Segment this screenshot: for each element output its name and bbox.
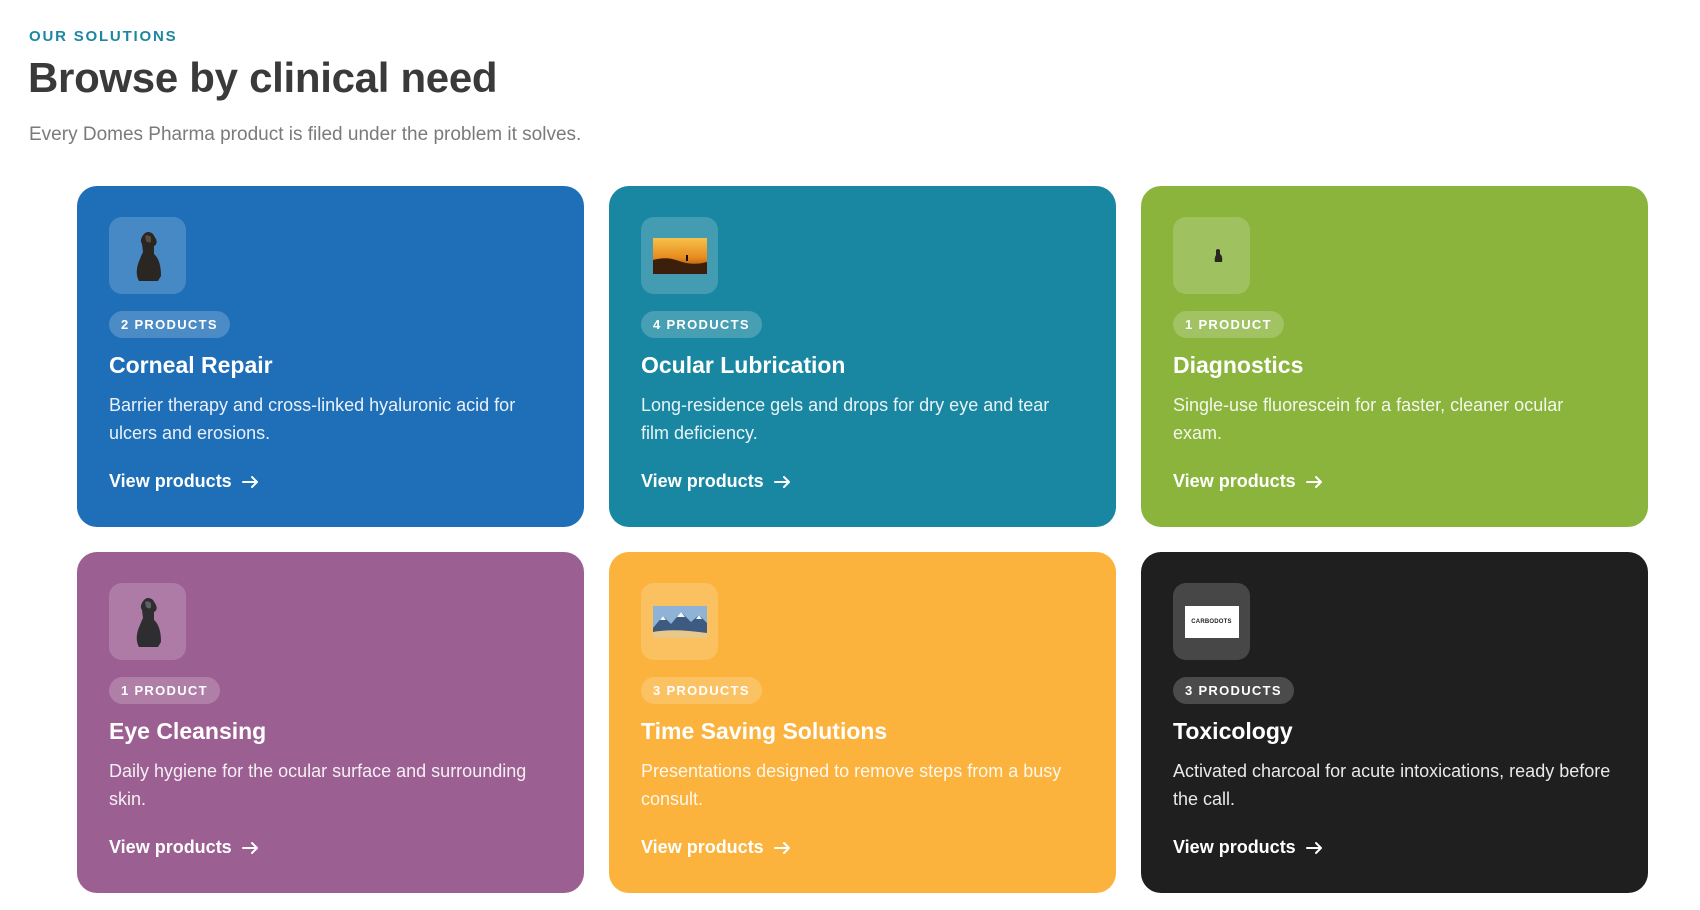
arrow-right-icon bbox=[1305, 841, 1322, 854]
page-title: Browse by clinical need bbox=[28, 54, 498, 101]
card-description: Single-use fluorescein for a faster, cle… bbox=[1173, 395, 1564, 443]
card-description: Barrier therapy and cross-linked hyaluro… bbox=[109, 395, 516, 443]
product-count-badge: 1 PRODUCT bbox=[1173, 311, 1284, 338]
card-description: Activated charcoal for acute intoxicatio… bbox=[1173, 761, 1611, 809]
view-products-link[interactable]: View products bbox=[109, 471, 260, 492]
category-card-ocular-lubrication[interactable]: 4 PRODUCTS Ocular Lubrication Long-resid… bbox=[609, 186, 1116, 527]
view-products-link[interactable]: View products bbox=[109, 837, 260, 858]
mountain-landscape-icon bbox=[652, 605, 707, 638]
category-thumbnail bbox=[109, 217, 186, 294]
card-title: Corneal Repair bbox=[109, 352, 273, 378]
dog-icon bbox=[136, 231, 161, 281]
logo-text: CARBODOTS bbox=[1191, 618, 1232, 625]
card-title: Ocular Lubrication bbox=[641, 352, 846, 378]
category-grid: 2 PRODUCTS Corneal Repair Barrier therap… bbox=[77, 186, 1648, 893]
category-thumbnail: CARBODOTS bbox=[1173, 583, 1250, 660]
arrow-right-icon bbox=[773, 475, 790, 488]
product-count-badge: 2 PRODUCTS bbox=[109, 311, 230, 338]
category-card-toxicology[interactable]: CARBODOTS 3 PRODUCTS Toxicology Activate… bbox=[1141, 552, 1648, 893]
view-products-label: View products bbox=[1173, 837, 1296, 857]
product-count-badge: 1 PRODUCT bbox=[109, 677, 220, 704]
category-thumbnail bbox=[641, 583, 718, 660]
dog-icon bbox=[136, 597, 161, 647]
category-thumbnail bbox=[1173, 217, 1250, 294]
arrow-right-icon bbox=[241, 475, 258, 488]
view-products-label: View products bbox=[1173, 471, 1296, 491]
product-count-badge: 4 PRODUCTS bbox=[641, 311, 762, 338]
card-description: Long-residence gels and drops for dry ey… bbox=[641, 395, 1050, 443]
view-products-link[interactable]: View products bbox=[1173, 837, 1324, 858]
arrow-right-icon bbox=[773, 841, 790, 854]
brand-logo-icon: CARBODOTS bbox=[1184, 605, 1239, 638]
card-description: Presentations designed to remove steps f… bbox=[641, 761, 1062, 809]
arrow-right-icon bbox=[1305, 475, 1322, 488]
card-title: Time Saving Solutions bbox=[641, 718, 888, 744]
page-subtitle: Every Domes Pharma product is filed unde… bbox=[29, 124, 582, 145]
card-title: Diagnostics bbox=[1173, 352, 1304, 378]
category-card-diagnostics[interactable]: 1 PRODUCT Diagnostics Single-use fluores… bbox=[1141, 186, 1648, 527]
view-products-label: View products bbox=[109, 837, 232, 857]
sunset-landscape-icon bbox=[652, 237, 707, 274]
category-thumbnail bbox=[109, 583, 186, 660]
category-card-eye-cleansing[interactable]: 1 PRODUCT Eye Cleansing Daily hygiene fo… bbox=[77, 552, 584, 893]
section-eyebrow: OUR SOLUTIONS bbox=[29, 28, 178, 45]
card-title: Eye Cleansing bbox=[109, 718, 267, 744]
card-description: Daily hygiene for the ocular surface and… bbox=[109, 761, 527, 809]
view-products-link[interactable]: View products bbox=[1173, 471, 1324, 492]
view-products-link[interactable]: View products bbox=[641, 471, 792, 492]
category-card-corneal-repair[interactable]: 2 PRODUCTS Corneal Repair Barrier therap… bbox=[77, 186, 584, 527]
view-products-label: View products bbox=[641, 837, 764, 857]
category-thumbnail bbox=[641, 217, 718, 294]
product-count-badge: 3 PRODUCTS bbox=[1173, 677, 1294, 704]
card-title: Toxicology bbox=[1173, 718, 1293, 744]
view-products-link[interactable]: View products bbox=[641, 837, 792, 858]
product-count-badge: 3 PRODUCTS bbox=[641, 677, 762, 704]
view-products-label: View products bbox=[641, 471, 764, 491]
solutions-section: OUR SOLUTIONS Browse by clinical need Ev… bbox=[0, 0, 1700, 910]
arrow-right-icon bbox=[241, 841, 258, 854]
view-products-label: View products bbox=[109, 471, 232, 491]
small-dog-icon bbox=[1214, 248, 1222, 262]
category-card-time-saving-solutions[interactable]: 3 PRODUCTS Time Saving Solutions Present… bbox=[609, 552, 1116, 893]
